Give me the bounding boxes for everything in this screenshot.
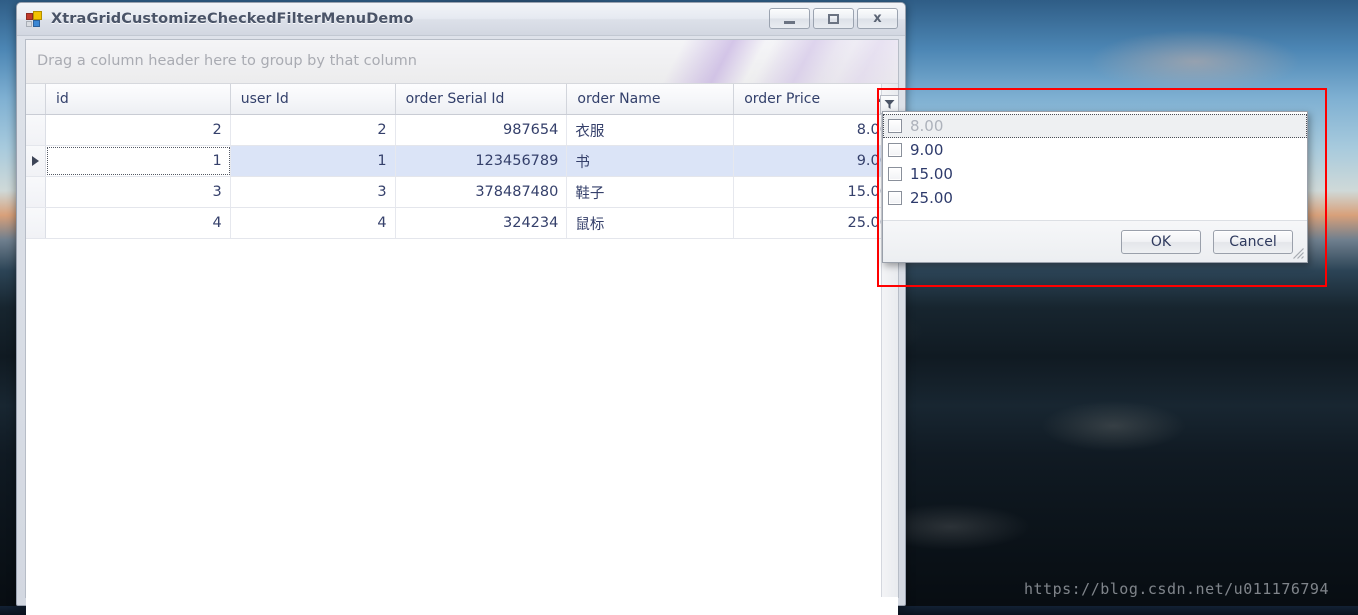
- column-header-label: order Serial Id: [405, 91, 505, 107]
- column-header-label: user Id: [240, 91, 289, 107]
- filter-item-label: 15.00: [910, 165, 953, 183]
- close-button[interactable]: x: [857, 8, 898, 29]
- grid-rows: 2 2 987654 衣服 8.00 1 1 123456789 书 9.00 3 3 37848748…: [26, 115, 898, 239]
- cell-order_serial_id[interactable]: 378487480: [396, 177, 568, 207]
- column-header-label: id: [55, 91, 69, 107]
- column-header-order_price[interactable]: order Price: [734, 84, 898, 114]
- resize-grip-icon[interactable]: [1292, 247, 1305, 260]
- cell-order_name[interactable]: 鞋子: [567, 177, 735, 207]
- table-row[interactable]: 4 4 324234 鼠标 25.00: [26, 208, 898, 239]
- row-indicator-cell[interactable]: [26, 115, 46, 145]
- ok-button[interactable]: OK: [1121, 229, 1201, 254]
- title-bar[interactable]: XtraGridCustomizeCheckedFilterMenuDemo x: [17, 3, 905, 36]
- cell-order_price[interactable]: 9.00: [734, 146, 898, 176]
- filter-item-label: 25.00: [910, 189, 953, 207]
- cell-order_name[interactable]: 鼠标: [567, 208, 735, 238]
- column-header-label: order Name: [577, 91, 661, 107]
- cell-user_id[interactable]: 2: [231, 115, 396, 145]
- column-header-label: order Price: [744, 91, 821, 107]
- cell-order_name[interactable]: 衣服: [567, 115, 735, 145]
- cell-id[interactable]: 3: [46, 177, 231, 207]
- checkbox-icon[interactable]: [888, 191, 902, 205]
- app-window: XtraGridCustomizeCheckedFilterMenuDemo x…: [16, 2, 906, 615]
- grid-empty-area: [26, 239, 898, 615]
- grid-control: Drag a column header here to group by th…: [25, 39, 899, 615]
- group-panel[interactable]: Drag a column header here to group by th…: [26, 40, 898, 84]
- checkbox-icon[interactable]: [888, 143, 902, 157]
- table-row[interactable]: 2 2 987654 衣服 8.00: [26, 115, 898, 146]
- current-row-arrow-icon: [31, 156, 39, 166]
- row-indicator-cell[interactable]: [26, 177, 46, 207]
- group-panel-hint: Drag a column header here to group by th…: [37, 53, 417, 69]
- cell-user_id[interactable]: 3: [231, 177, 396, 207]
- app-squares-icon: [26, 10, 43, 28]
- filter-list-item[interactable]: 25.00: [883, 186, 1307, 210]
- cell-order_name[interactable]: 书: [567, 146, 735, 176]
- cell-user_id[interactable]: 1: [231, 146, 396, 176]
- maximize-button[interactable]: [813, 8, 854, 29]
- filter-item-list[interactable]: 8.00 9.00 15.00 25.00: [883, 112, 1307, 220]
- row-indicator-cell[interactable]: [26, 208, 46, 238]
- cell-id[interactable]: 4: [46, 208, 231, 238]
- cell-order_serial_id[interactable]: 123456789: [396, 146, 568, 176]
- filter-list-item[interactable]: 8.00: [883, 114, 1307, 138]
- column-header-id[interactable]: id: [45, 84, 231, 114]
- table-row[interactable]: 1 1 123456789 书 9.00: [26, 146, 898, 177]
- column-header-user_id[interactable]: user Id: [230, 84, 396, 114]
- filter-list-item[interactable]: 9.00: [883, 138, 1307, 162]
- window-controls: x: [769, 8, 898, 29]
- column-header-row: id user Id order Serial Id order Name order …: [26, 84, 898, 115]
- column-header-order_name[interactable]: order Name: [567, 84, 735, 114]
- row-indicator-cell[interactable]: [26, 146, 46, 176]
- column-header-order_serial_id[interactable]: order Serial Id: [395, 84, 568, 114]
- watermark-text: https://blog.csdn.net/u011176794: [1024, 580, 1329, 598]
- cancel-button[interactable]: Cancel: [1213, 229, 1293, 254]
- window-title: XtraGridCustomizeCheckedFilterMenuDemo: [51, 11, 414, 27]
- cell-user_id[interactable]: 4: [231, 208, 396, 238]
- screen: https://blog.csdn.net/u011176794 XtraGri…: [0, 0, 1358, 615]
- cell-order_price[interactable]: 25.00: [734, 208, 898, 238]
- checkbox-icon[interactable]: [888, 167, 902, 181]
- checked-filter-popup[interactable]: 8.00 9.00 15.00 25.00 OK Cancel: [882, 111, 1308, 263]
- table-row[interactable]: 3 3 378487480 鞋子 15.00: [26, 177, 898, 208]
- filter-popup-footer: OK Cancel: [883, 220, 1307, 262]
- checkbox-icon[interactable]: [888, 119, 902, 133]
- cell-order_price[interactable]: 15.00: [734, 177, 898, 207]
- filter-item-label: 9.00: [910, 141, 944, 159]
- filter-list-item[interactable]: 15.00: [883, 162, 1307, 186]
- filter-item-label: 8.00: [910, 117, 944, 135]
- cell-order_serial_id[interactable]: 324234: [396, 208, 568, 238]
- row-indicator-header: [26, 84, 46, 114]
- cell-id[interactable]: 1: [45, 146, 231, 176]
- cell-order_price[interactable]: 8.00: [734, 115, 898, 145]
- minimize-button[interactable]: [769, 8, 810, 29]
- cell-order_serial_id[interactable]: 987654: [396, 115, 568, 145]
- cell-id[interactable]: 2: [46, 115, 231, 145]
